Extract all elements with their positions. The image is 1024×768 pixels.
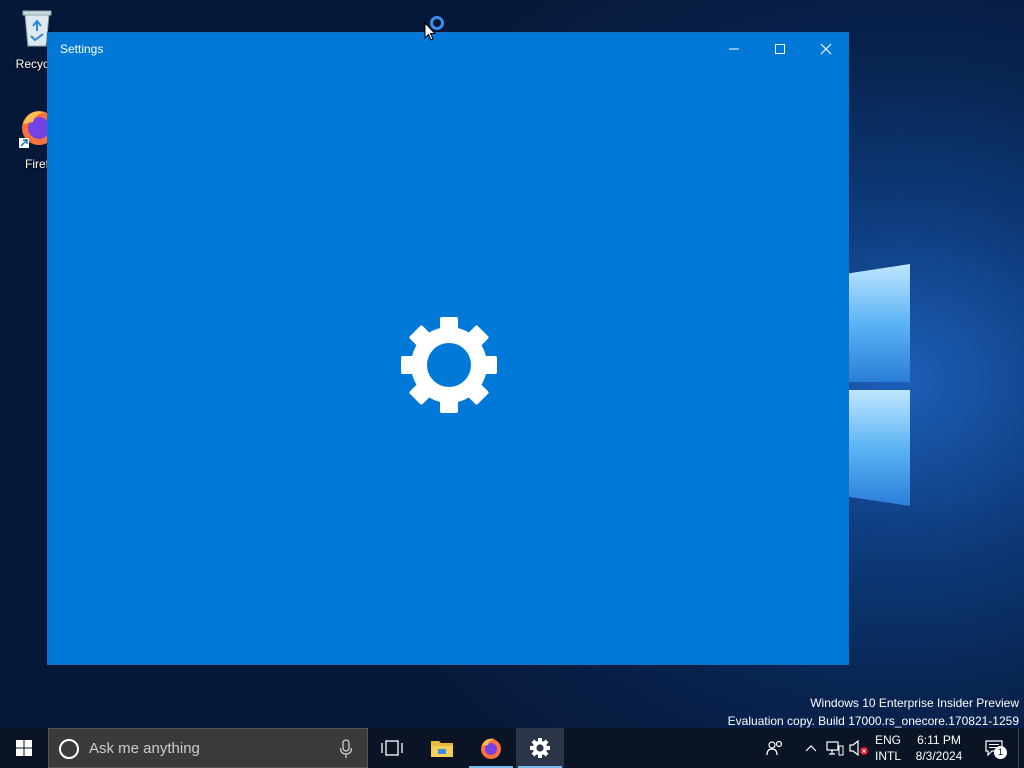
volume-button[interactable] [848, 728, 870, 768]
search-input[interactable]: Ask me anything [89, 740, 200, 757]
settings-window: Settings [47, 32, 849, 665]
maximize-icon [775, 44, 785, 54]
notification-count-badge: 1 [994, 746, 1007, 759]
busy-indicator-icon [430, 16, 444, 30]
windows-start-icon [16, 740, 32, 756]
show-hidden-icons-button[interactable] [800, 728, 822, 768]
language-code: ENG [874, 733, 901, 747]
task-view-icon [381, 740, 403, 756]
people-button[interactable] [760, 728, 790, 768]
clock-time: 6:11 PM [917, 733, 961, 747]
close-icon [820, 43, 832, 55]
firefox-taskbar-button[interactable] [467, 728, 515, 768]
minimize-button[interactable] [711, 33, 757, 65]
network-button[interactable] [824, 728, 846, 768]
watermark-line-1: Windows 10 Enterprise Insider Preview [810, 696, 1019, 710]
volume-muted-icon [849, 740, 868, 756]
windows-logo-wallpaper [848, 250, 918, 510]
input-language-indicator[interactable]: ENG INTL [872, 732, 904, 764]
window-titlebar[interactable]: Settings [48, 33, 848, 65]
close-button[interactable] [803, 33, 849, 65]
show-desktop-button[interactable] [1018, 728, 1024, 768]
clock-date: 8/3/2024 [915, 749, 963, 763]
taskbar-clock[interactable]: 6:11 PM 8/3/2024 [908, 732, 970, 764]
settings-icon [530, 738, 550, 758]
firefox-icon [481, 738, 501, 759]
task-view-button[interactable] [368, 728, 416, 768]
network-icon [826, 741, 844, 756]
build-watermark: Windows 10 Enterprise Insider Preview Ev… [728, 694, 1019, 730]
keyboard-layout: INTL [874, 749, 901, 763]
taskbar: Ask me anything ENG INTL 6:11 PM 8/3/202… [0, 728, 1024, 768]
people-icon [766, 740, 783, 756]
settings-taskbar-button[interactable] [516, 728, 564, 768]
action-center-button[interactable]: 1 [980, 728, 1008, 768]
window-title: Settings [60, 42, 104, 56]
chevron-up-icon [805, 745, 817, 752]
gear-icon [401, 317, 497, 413]
start-button[interactable] [0, 728, 48, 768]
minimize-icon [729, 48, 739, 50]
file-explorer-icon [431, 741, 453, 757]
search-box[interactable]: Ask me anything [48, 728, 368, 768]
file-explorer-button[interactable] [418, 728, 466, 768]
maximize-button[interactable] [757, 33, 803, 65]
cortana-icon [59, 739, 79, 759]
microphone-icon[interactable] [339, 739, 353, 759]
